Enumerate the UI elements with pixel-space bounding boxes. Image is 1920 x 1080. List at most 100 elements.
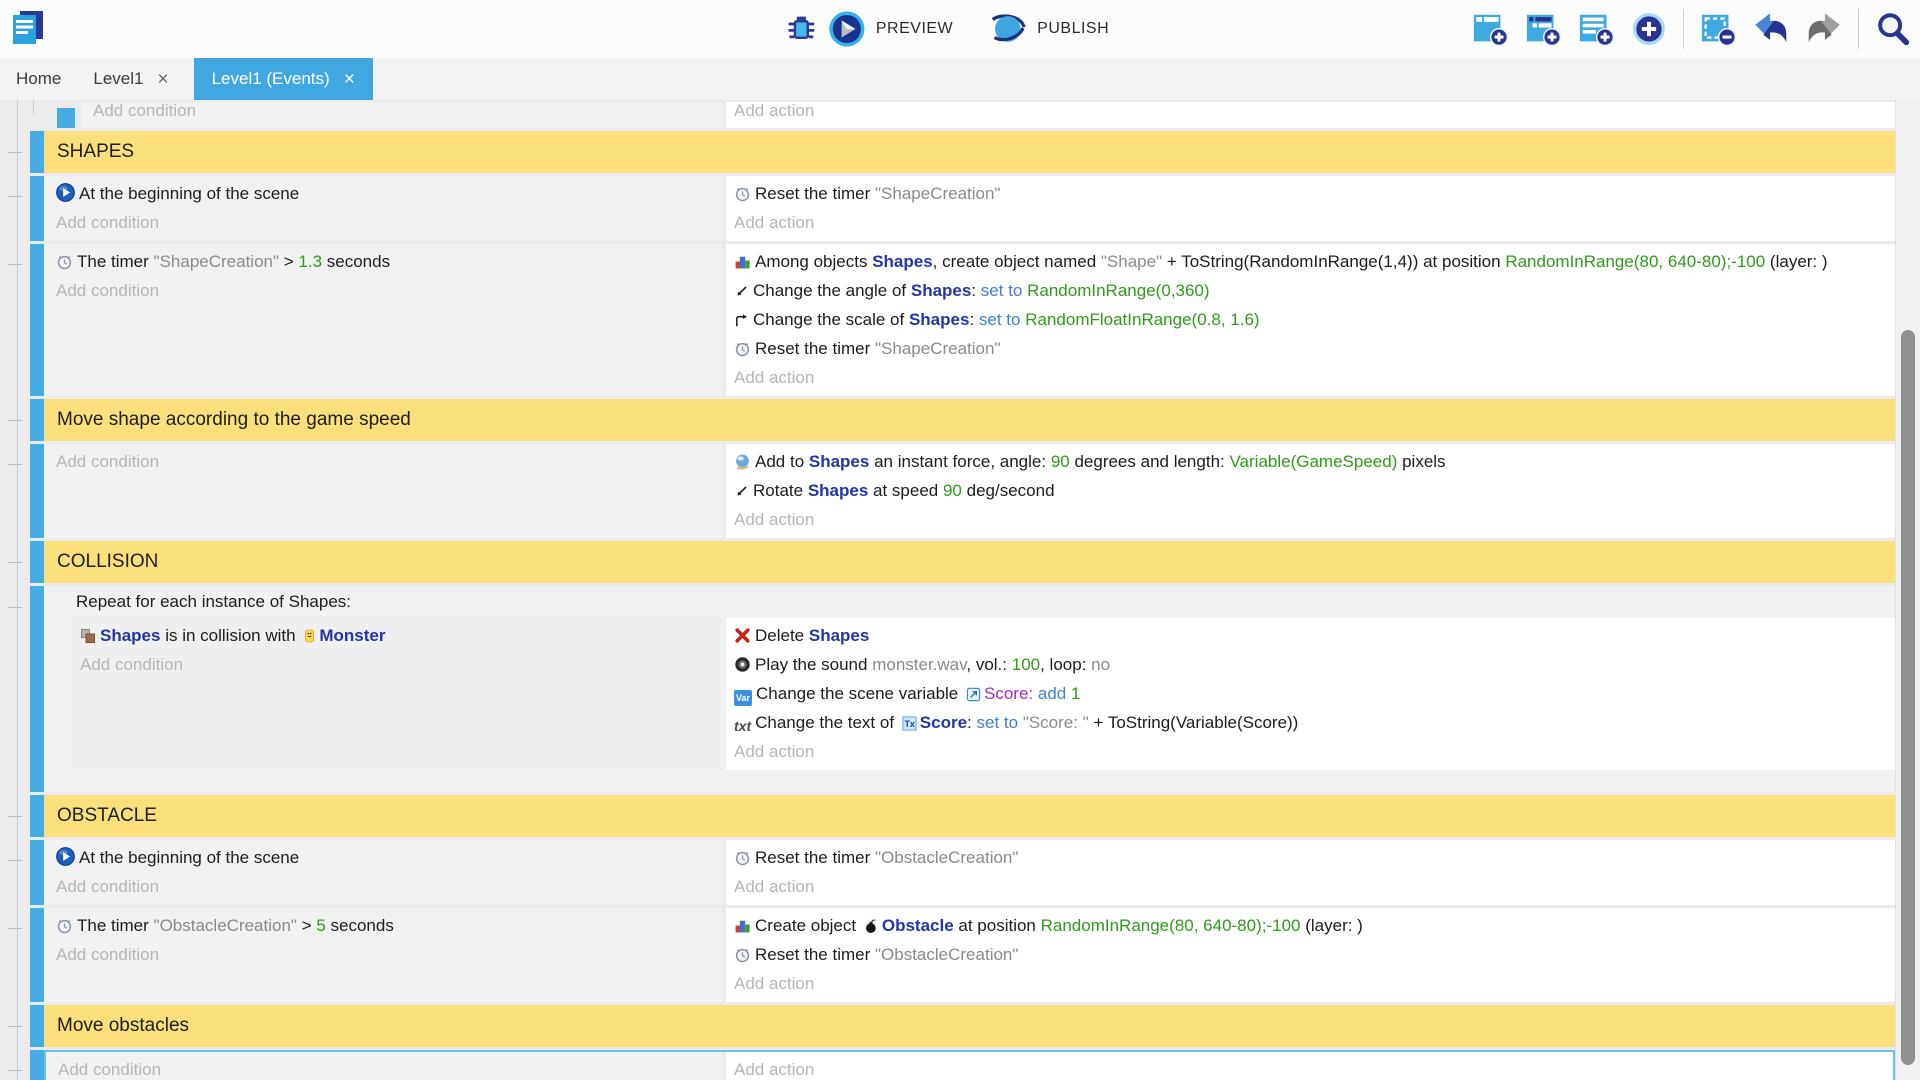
add-action-button[interactable]: Add action: [734, 365, 1895, 391]
event-group-header[interactable]: Move shape according to the game speed: [30, 399, 1895, 441]
action-line[interactable]: Add to Shapes an instant force, angle: 9…: [734, 449, 1895, 478]
preview-button[interactable]: PREVIEW: [876, 20, 953, 38]
tree-branch-line: [8, 562, 22, 563]
tree-trunk-line: [17, 100, 18, 1080]
undo-button[interactable]: [1752, 10, 1790, 48]
add-condition-button[interactable]: Add condition: [93, 102, 722, 124]
add-more-events-button[interactable]: [1630, 10, 1668, 48]
add-condition-button[interactable]: Add condition: [80, 652, 722, 678]
event-group-header[interactable]: OBSTACLE: [30, 795, 1895, 837]
search-button[interactable]: [1874, 10, 1912, 48]
action-line[interactable]: txtChange the text of TxScore: set to "S…: [734, 710, 1895, 739]
event-group-header[interactable]: Move obstacles: [30, 1005, 1895, 1047]
foreach-header[interactable]: Repeat for each instance of Shapes:: [68, 586, 1895, 618]
tab-bar: Home Level1 × Level1 (Events) ×: [0, 58, 1920, 100]
close-tab-icon[interactable]: ×: [157, 70, 168, 89]
add-condition-button[interactable]: Add condition: [56, 874, 722, 900]
remove-selection-button[interactable]: [1699, 10, 1737, 48]
event-selection-bar[interactable]: [30, 176, 44, 241]
group-title: OBSTACLE: [44, 795, 1895, 837]
event-selection-bar[interactable]: [30, 244, 44, 396]
event-group-header[interactable]: SHAPES: [30, 131, 1895, 173]
add-condition-button[interactable]: Add condition: [56, 210, 722, 236]
add-action-button[interactable]: Add action: [734, 971, 1895, 997]
conditions-cell: The timer "ObstacleCreation" > 5 seconds…: [44, 908, 722, 1002]
vertical-scrollbar[interactable]: [1895, 100, 1920, 1080]
add-condition-button[interactable]: Add condition: [56, 278, 722, 304]
tree-branch-line: [8, 1026, 22, 1027]
event-selection-bar[interactable]: [30, 586, 44, 792]
add-condition-button[interactable]: Add condition: [58, 1057, 722, 1080]
tree-branch-line: [8, 816, 22, 817]
action-line[interactable]: Delete Shapes: [734, 623, 1895, 652]
event-row: Add condition Add action: [30, 1050, 1895, 1080]
condition-line[interactable]: At the beginning of the scene: [56, 845, 722, 874]
actions-cell: Add to Shapes an instant force, angle: 9…: [726, 444, 1895, 538]
debugger-icon[interactable]: [785, 13, 818, 46]
tab-level1-events[interactable]: Level1 (Events) ×: [194, 58, 373, 100]
add-subevent-button[interactable]: [1524, 10, 1562, 48]
vertical-scrollbar-thumb[interactable]: [1901, 330, 1915, 1065]
event-group-header[interactable]: COLLISION: [30, 541, 1895, 583]
event-row: Shapes is in collision with MonsterAdd c…: [68, 618, 1895, 770]
redo-button[interactable]: [1805, 10, 1843, 48]
action-line[interactable]: VarChange the scene variable Score: add …: [734, 681, 1895, 710]
condition-line[interactable]: Shapes is in collision with Monster: [80, 623, 722, 652]
action-line[interactable]: Among objects Shapes, create object name…: [734, 249, 1895, 278]
conditions-cell: Shapes is in collision with MonsterAdd c…: [68, 618, 722, 770]
actions-cell: Delete ShapesPlay the sound monster.wav,…: [726, 618, 1895, 770]
condition-line[interactable]: The timer "ObstacleCreation" > 5 seconds: [56, 913, 722, 942]
condition-line[interactable]: At the beginning of the scene: [56, 181, 722, 210]
group-title: SHAPES: [44, 131, 1895, 173]
publish-globe-icon[interactable]: [989, 10, 1027, 48]
actions-cell: Add action: [726, 102, 1895, 128]
close-tab-icon[interactable]: ×: [344, 70, 355, 89]
event-selection-bar[interactable]: [30, 541, 44, 583]
tree-branch-line: [8, 1070, 22, 1071]
event-selection-bar[interactable]: [30, 908, 44, 1002]
action-line[interactable]: Change the angle of Shapes: set to Rando…: [734, 278, 1895, 307]
actions-cell: Add action: [726, 1052, 1893, 1080]
action-line[interactable]: Reset the timer "ShapeCreation": [734, 181, 1895, 210]
publish-button[interactable]: PUBLISH: [1037, 20, 1109, 38]
tab-home[interactable]: Home: [0, 58, 77, 100]
event-selection-bar[interactable]: [30, 1005, 44, 1047]
action-line[interactable]: Reset the timer "ObstacleCreation": [734, 845, 1895, 874]
action-line[interactable]: Create object Obstacle at position Rando…: [734, 913, 1895, 942]
add-condition-button[interactable]: Add condition: [56, 942, 722, 968]
action-line[interactable]: Reset the timer "ShapeCreation": [734, 336, 1895, 365]
event-selection-bar[interactable]: [30, 444, 44, 538]
timer-icon: [734, 339, 751, 365]
timer-icon: [734, 945, 751, 971]
add-event-button[interactable]: [1471, 10, 1509, 48]
add-comment-button[interactable]: [1577, 10, 1615, 48]
tree-branch-line: [8, 607, 22, 608]
add-action-button[interactable]: Add action: [734, 739, 1895, 765]
tab-label: Home: [16, 69, 61, 89]
tab-level1[interactable]: Level1 ×: [77, 58, 184, 100]
preview-play-icon[interactable]: [828, 10, 866, 48]
add-condition-button[interactable]: Add condition: [56, 449, 722, 475]
event-selection-bar[interactable]: [57, 108, 75, 128]
add-action-button[interactable]: Add action: [734, 102, 1895, 124]
event-selection-bar[interactable]: [30, 795, 44, 837]
add-action-button[interactable]: Add action: [734, 210, 1895, 236]
add-action-button[interactable]: Add action: [734, 874, 1895, 900]
event-selection-bar[interactable]: [30, 1050, 44, 1080]
gdevelop-logo[interactable]: [8, 8, 48, 50]
event-selection-bar[interactable]: [30, 840, 44, 905]
add-action-button[interactable]: Add action: [734, 1057, 1893, 1080]
conditions-cell: Add condition: [46, 1052, 722, 1080]
action-line[interactable]: Play the sound monster.wav, vol.: 100, l…: [734, 652, 1895, 681]
event-row-clipped: Add condition Add action: [57, 102, 1895, 128]
event-selection-bar[interactable]: [30, 131, 44, 173]
action-line[interactable]: Change the scale of Shapes: set to Rando…: [734, 307, 1895, 336]
action-line[interactable]: Reset the timer "ObstacleCreation": [734, 942, 1895, 971]
action-line[interactable]: Rotate Shapes at speed 90 deg/second: [734, 478, 1895, 507]
tab-label: Level1: [93, 69, 143, 89]
group-title: Move obstacles: [44, 1005, 1895, 1047]
foreach-body: Repeat for each instance of Shapes:Shape…: [44, 586, 1895, 792]
event-selection-bar[interactable]: [30, 399, 44, 441]
add-action-button[interactable]: Add action: [734, 507, 1895, 533]
condition-line[interactable]: The timer "ShapeCreation" > 1.3 seconds: [56, 249, 722, 278]
